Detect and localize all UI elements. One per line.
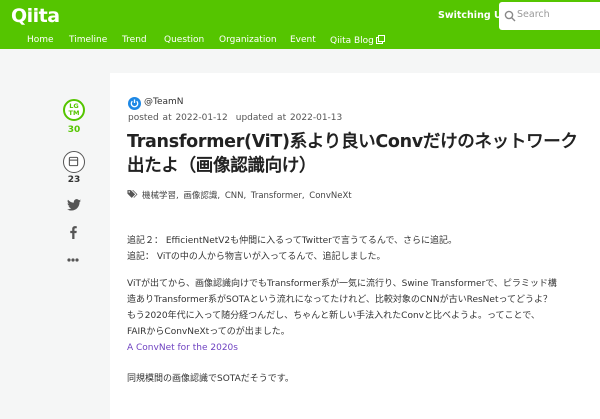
org-avatar[interactable]: [128, 97, 141, 110]
body-line-2: 造ありTransformer系がSOTAという流れになってたけれど、比較対象のC…: [127, 295, 553, 305]
body-line-3: もう2020年代に入って随分経つんだし、ちゃんと新しい手法入れたConvと比べよ…: [127, 311, 540, 321]
addendum-1: 追記： ViTの中の人から物言いが入ってるんで、追記しました。: [127, 252, 386, 262]
nav-timeline[interactable]: Timeline: [69, 35, 107, 45]
nav-question[interactable]: Question: [164, 35, 204, 45]
article-title: Transformer(ViT)系より良いConvだけのネットワーク出たよ（画像…: [127, 132, 578, 176]
updated-date: updated at 2022-01-13: [235, 113, 343, 123]
tag-transformer[interactable]: Transformer,: [251, 191, 305, 201]
switching-ui-link[interactable]: Switching UI: [438, 10, 505, 21]
posted-date: posted at 2022-01-12: [128, 113, 228, 123]
global-header: Qiita Switching UI: [0, 0, 600, 32]
nav-event[interactable]: Event: [290, 35, 316, 45]
external-link-icon: [375, 35, 385, 44]
search-input[interactable]: [517, 9, 597, 20]
global-nav: Home Timeline Trend Question Organizatio…: [0, 32, 600, 49]
nav-trend[interactable]: Trend: [122, 35, 147, 45]
tag-image-recognition[interactable]: 画像認識,: [183, 191, 220, 201]
lgtm-count: 30: [67, 125, 81, 135]
search-box[interactable]: [499, 2, 600, 30]
nav-qiita-blog[interactable]: Qiita Blog: [330, 35, 385, 46]
nav-qiita-blog-label: Qiita Blog: [330, 36, 374, 46]
search-icon: [504, 10, 516, 22]
lgtm-label: LG TM: [68, 102, 80, 117]
lgtm-button[interactable]: LG TM: [63, 99, 85, 121]
power-icon: [130, 99, 139, 108]
tag-convnext[interactable]: ConvNeXt: [309, 191, 351, 201]
twitter-icon[interactable]: [67, 199, 81, 211]
facebook-icon[interactable]: [70, 226, 77, 239]
paper-link[interactable]: A ConvNet for the 2020s: [127, 343, 238, 353]
body-line-4: FAIRからConvNeXtってのが出ました。: [127, 327, 290, 337]
stock-count: 23: [67, 175, 81, 185]
more-icon[interactable]: [67, 258, 79, 262]
body-summary: 同規模間の画像認識でSOTAだそうです。: [127, 374, 294, 384]
nav-home[interactable]: Home: [27, 35, 54, 45]
tag-list: 機械学習, 画像認識, CNN, Transformer, ConvNeXt: [127, 189, 354, 201]
addendum-2: 追記２： EfficientNetV2も仲間に入るってTwitterで言うてるん…: [127, 236, 458, 246]
qiita-logo[interactable]: Qiita: [11, 5, 60, 27]
article-card: @TeamN posted at 2022-01-12 updated at 20…: [110, 73, 600, 419]
org-name-link[interactable]: @TeamN: [144, 97, 184, 107]
nav-organization[interactable]: Organization: [219, 35, 277, 45]
stock-icon: [68, 156, 79, 167]
stock-button[interactable]: [63, 151, 85, 173]
tags-icon: [127, 190, 138, 198]
body-line-1: ViTが出てから、画像認識向けでもTransformer系が一気に流行り、Swi…: [127, 279, 557, 289]
article-dates: posted at 2022-01-12 updated at 2022-01-1…: [128, 113, 350, 123]
tag-cnn[interactable]: CNN,: [225, 191, 246, 201]
tag-ml[interactable]: 機械学習,: [142, 191, 179, 201]
